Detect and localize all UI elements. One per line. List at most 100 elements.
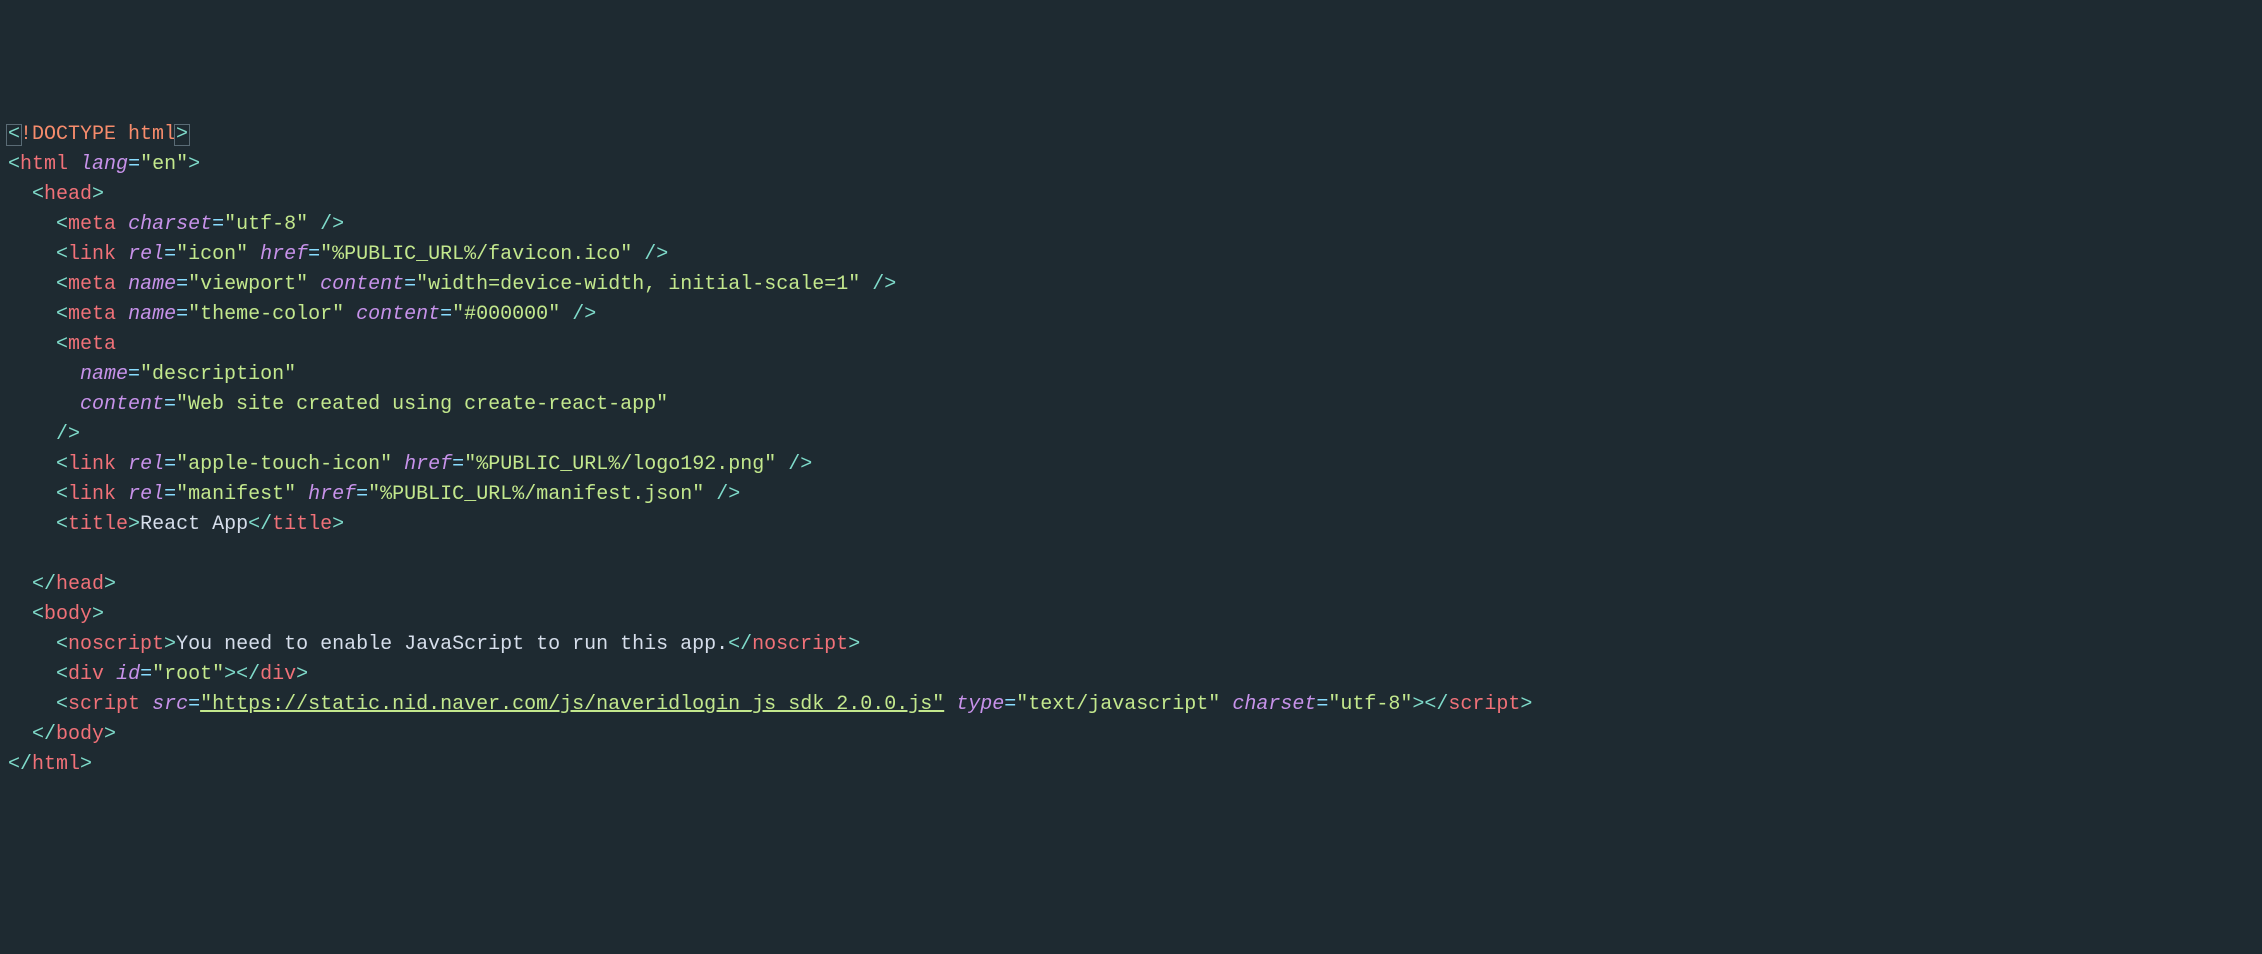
- html-tag-name: meta: [68, 273, 116, 296]
- string-literal: "%PUBLIC_URL%/favicon.ico": [320, 243, 632, 266]
- equals-sign: =: [1316, 693, 1328, 716]
- html-attribute-name: rel: [128, 453, 164, 476]
- code-editor[interactable]: <!DOCTYPE html><html lang="en"> <head> <…: [0, 120, 2262, 780]
- html-attribute-name: content: [356, 303, 440, 326]
- code-line[interactable]: </body>: [8, 720, 2254, 750]
- angle-bracket: <: [56, 663, 68, 686]
- code-line[interactable]: <meta name="theme-color" content="#00000…: [8, 300, 2254, 330]
- text-content: [308, 213, 320, 236]
- angle-bracket: </: [32, 573, 56, 596]
- text-content: [140, 693, 152, 716]
- angle-bracket: >: [80, 753, 92, 776]
- html-tag-name: body: [56, 723, 104, 746]
- code-line[interactable]: <link rel="manifest" href="%PUBLIC_URL%/…: [8, 480, 2254, 510]
- angle-bracket: >: [92, 183, 104, 206]
- equals-sign: =: [212, 213, 224, 236]
- html-tag-name: head: [44, 183, 92, 206]
- code-line[interactable]: <title>React App</title>: [8, 510, 2254, 540]
- html-tag-name: script: [1448, 693, 1520, 716]
- html-attribute-name: rel: [128, 243, 164, 266]
- equals-sign: =: [404, 273, 416, 296]
- html-attribute-name: id: [116, 663, 140, 686]
- html-attribute-name: href: [260, 243, 308, 266]
- doctype-declaration: !DOCTYPE html: [20, 123, 176, 146]
- angle-bracket: >: [92, 603, 104, 626]
- html-tag-name: html: [32, 753, 80, 776]
- angle-bracket: <: [8, 123, 20, 146]
- code-line[interactable]: <meta name="viewport" content="width=dev…: [8, 270, 2254, 300]
- angle-bracket: >: [104, 573, 116, 596]
- code-line[interactable]: [8, 540, 2254, 570]
- text-content: [116, 243, 128, 266]
- angle-bracket: ></: [224, 663, 260, 686]
- angle-bracket: >: [128, 513, 140, 536]
- html-attribute-name: type: [956, 693, 1004, 716]
- text-content: You need to enable JavaScript to run thi…: [176, 633, 728, 656]
- code-line[interactable]: </html>: [8, 750, 2254, 780]
- string-literal: "icon": [176, 243, 248, 266]
- string-literal: "%PUBLIC_URL%/logo192.png": [464, 453, 776, 476]
- string-literal: "#000000": [452, 303, 560, 326]
- text-content: [104, 663, 116, 686]
- code-line[interactable]: <div id="root"></div>: [8, 660, 2254, 690]
- html-tag-name: head: [56, 573, 104, 596]
- text-content: [860, 273, 872, 296]
- string-literal: "Web site created using create-react-app…: [176, 393, 668, 416]
- html-tag-name: noscript: [68, 633, 164, 656]
- code-line[interactable]: <!DOCTYPE html>: [8, 120, 2254, 150]
- html-tag-name: div: [68, 663, 104, 686]
- code-line[interactable]: <noscript>You need to enable JavaScript …: [8, 630, 2254, 660]
- angle-bracket: </: [8, 753, 32, 776]
- angle-bracket: >: [164, 633, 176, 656]
- code-line[interactable]: <meta charset="utf-8" />: [8, 210, 2254, 240]
- angle-bracket: />: [872, 273, 896, 296]
- string-literal: "text/javascript": [1016, 693, 1220, 716]
- angle-bracket: <: [56, 333, 68, 356]
- equals-sign: =: [188, 693, 200, 716]
- angle-bracket: ></: [1412, 693, 1448, 716]
- code-line[interactable]: />: [8, 420, 2254, 450]
- html-tag-name: link: [68, 483, 116, 506]
- html-attribute-name: name: [128, 273, 176, 296]
- code-line[interactable]: <html lang="en">: [8, 150, 2254, 180]
- code-line[interactable]: <meta: [8, 330, 2254, 360]
- string-literal: "apple-touch-icon": [176, 453, 392, 476]
- equals-sign: =: [440, 303, 452, 326]
- angle-bracket: >: [104, 723, 116, 746]
- code-line[interactable]: name="description": [8, 360, 2254, 390]
- equals-sign: =: [128, 363, 140, 386]
- angle-bracket: </: [248, 513, 272, 536]
- angle-bracket: />: [644, 243, 668, 266]
- code-line[interactable]: <script src="https://static.nid.naver.co…: [8, 690, 2254, 720]
- code-line[interactable]: content="Web site created using create-r…: [8, 390, 2254, 420]
- text-content: [116, 453, 128, 476]
- html-attribute-name: content: [320, 273, 404, 296]
- angle-bracket: <: [8, 153, 20, 176]
- text-content: [248, 243, 260, 266]
- text-content: [308, 273, 320, 296]
- code-line[interactable]: <link rel="icon" href="%PUBLIC_URL%/favi…: [8, 240, 2254, 270]
- text-content: [116, 273, 128, 296]
- html-tag-name: html: [20, 153, 68, 176]
- code-line[interactable]: <link rel="apple-touch-icon" href="%PUBL…: [8, 450, 2254, 480]
- html-tag-name: meta: [68, 303, 116, 326]
- angle-bracket: <: [32, 603, 44, 626]
- code-line[interactable]: </head>: [8, 570, 2254, 600]
- text-content: [776, 453, 788, 476]
- code-line[interactable]: <body>: [8, 600, 2254, 630]
- html-tag-name: div: [260, 663, 296, 686]
- angle-bracket: <: [56, 633, 68, 656]
- angle-bracket: <: [32, 183, 44, 206]
- angle-bracket: <: [56, 243, 68, 266]
- angle-bracket: <: [56, 303, 68, 326]
- text-content: [632, 243, 644, 266]
- angle-bracket: >: [296, 663, 308, 686]
- angle-bracket: <: [56, 513, 68, 536]
- text-content: [116, 303, 128, 326]
- html-attribute-name: lang: [80, 153, 128, 176]
- equals-sign: =: [140, 663, 152, 686]
- code-line[interactable]: <head>: [8, 180, 2254, 210]
- angle-bracket: >: [848, 633, 860, 656]
- equals-sign: =: [164, 453, 176, 476]
- text-content: [116, 213, 128, 236]
